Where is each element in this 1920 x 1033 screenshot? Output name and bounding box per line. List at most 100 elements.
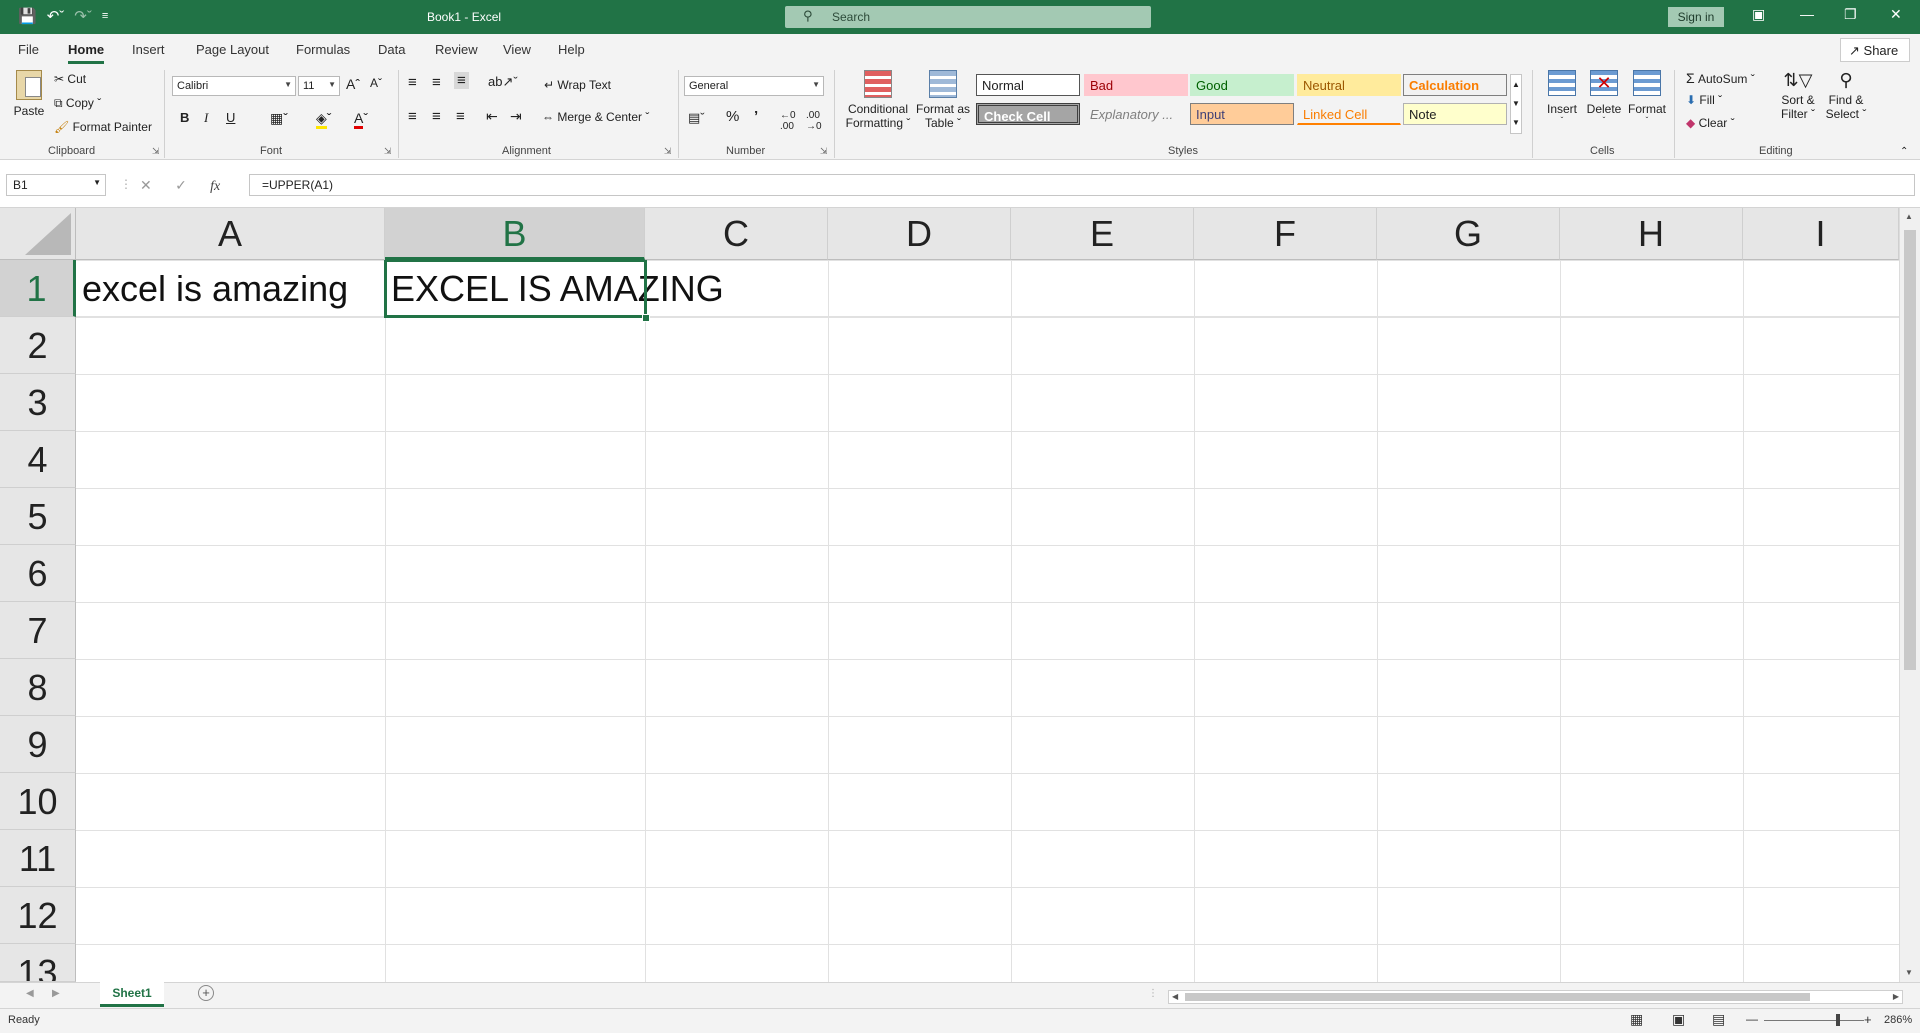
style-note[interactable]: Note — [1403, 103, 1507, 125]
align-middle-icon[interactable]: ≡ — [432, 74, 441, 91]
autosum-button[interactable]: Σ AutoSum ˇ — [1686, 70, 1755, 86]
column-header-b[interactable]: B — [385, 208, 645, 260]
search-box[interactable]: ⚲ Search — [785, 6, 1151, 28]
comma-style-icon[interactable]: ’ — [754, 108, 758, 125]
style-bad[interactable]: Bad — [1084, 74, 1188, 96]
sheet-tab-sheet1[interactable]: Sheet1 — [100, 982, 164, 1007]
prev-sheet-icon[interactable]: ◀ — [26, 988, 34, 999]
alignment-launcher-icon[interactable]: ⇲ — [664, 146, 672, 157]
scroll-up-icon[interactable]: ▲ — [1905, 212, 1913, 221]
font-size-select[interactable]: 11 ▼ — [298, 76, 340, 96]
row-header-9[interactable]: 9 — [0, 716, 76, 773]
style-normal[interactable]: Normal — [976, 74, 1080, 96]
bold-button[interactable]: B — [180, 110, 189, 125]
horizontal-scroll-thumb[interactable] — [1185, 993, 1810, 1001]
style-explanatory[interactable]: Explanatory ... — [1084, 103, 1188, 125]
conditional-formatting-button[interactable]: Conditional Formatting ˇ — [844, 70, 912, 130]
style-neutral[interactable]: Neutral — [1297, 74, 1401, 96]
tab-review[interactable]: Review — [435, 42, 478, 57]
row-header-12[interactable]: 12 — [0, 887, 76, 944]
tab-insert[interactable]: Insert — [132, 42, 165, 57]
underline-button[interactable]: U — [226, 110, 235, 125]
decrease-font-icon[interactable]: Aˇ — [370, 76, 382, 90]
normal-view-icon[interactable]: ▦ — [1630, 1011, 1643, 1028]
number-format-select[interactable]: General ▼ — [684, 76, 824, 96]
cell-a1[interactable]: excel is amazing — [82, 268, 348, 310]
zoom-in-icon[interactable]: + — [1864, 1012, 1872, 1027]
borders-icon[interactable]: ▦ˇ — [270, 110, 288, 127]
close-icon[interactable]: ✕ — [1890, 6, 1902, 23]
row-header-1[interactable]: 1 — [0, 260, 76, 317]
formula-input[interactable]: =UPPER(A1) — [249, 174, 1915, 196]
zoom-slider[interactable] — [1764, 1020, 1864, 1021]
page-layout-view-icon[interactable]: ▣ — [1672, 1011, 1685, 1028]
collapse-ribbon-icon[interactable]: ⌃ — [1900, 146, 1908, 157]
row-header-3[interactable]: 3 — [0, 374, 76, 431]
row-header-5[interactable]: 5 — [0, 488, 76, 545]
style-check-cell[interactable]: Check Cell — [976, 103, 1080, 125]
save-icon[interactable]: 💾 — [18, 7, 37, 25]
increase-indent-icon[interactable]: ⇥ — [510, 108, 522, 125]
cell-area[interactable]: excel is amazing EXCEL IS AMAZING — [76, 260, 1899, 982]
tab-file[interactable]: File — [18, 42, 39, 57]
align-center-icon[interactable]: ≡ — [432, 108, 441, 125]
tab-page-layout[interactable]: Page Layout — [196, 42, 269, 57]
decrease-decimal-icon[interactable]: .00 →0 — [806, 110, 822, 132]
row-header-11[interactable]: 11 — [0, 830, 76, 887]
percent-icon[interactable]: % — [726, 108, 739, 125]
row-header-7[interactable]: 7 — [0, 602, 76, 659]
align-bottom-icon[interactable]: ≡ — [454, 72, 469, 89]
tab-data[interactable]: Data — [378, 42, 405, 57]
merge-center-button[interactable]: ⇔ Merge & Center ˇ — [542, 110, 649, 124]
vertical-scroll-thumb[interactable] — [1904, 230, 1916, 670]
clear-button[interactable]: ◆ Clear ˇ — [1686, 116, 1735, 130]
paste-button[interactable]: Paste — [12, 70, 46, 118]
row-header-4[interactable]: 4 — [0, 431, 76, 488]
font-color-icon[interactable]: Aˇ — [354, 110, 368, 129]
zoom-out-icon[interactable]: — — [1746, 1012, 1758, 1026]
decrease-indent-icon[interactable]: ⇤ — [486, 108, 498, 125]
column-header-f[interactable]: F — [1194, 208, 1377, 260]
scroll-right-icon[interactable]: ▶ — [1893, 992, 1899, 1001]
styles-scroll[interactable]: ▲ ▼ ▼ — [1510, 74, 1522, 134]
style-input[interactable]: Input — [1190, 103, 1294, 125]
column-header-g[interactable]: G — [1377, 208, 1560, 260]
add-sheet-icon[interactable]: + — [198, 985, 214, 1001]
align-top-icon[interactable]: ≡ — [408, 74, 417, 91]
column-header-d[interactable]: D — [828, 208, 1011, 260]
accounting-format-icon[interactable]: ▤ˇ — [688, 110, 705, 126]
ribbon-display-icon[interactable]: ▣ — [1752, 6, 1765, 23]
font-launcher-icon[interactable]: ⇲ — [384, 146, 392, 157]
enter-icon[interactable]: ✓ — [175, 177, 187, 193]
cut-button[interactable]: ✂ Cut — [54, 72, 86, 86]
fill-button[interactable]: ⬇ Fill ˇ — [1686, 93, 1722, 107]
column-header-h[interactable]: H — [1560, 208, 1743, 260]
redo-icon[interactable]: ↷ˇ — [74, 7, 92, 25]
fill-handle[interactable] — [642, 314, 650, 322]
customize-qat-icon[interactable]: ≡ — [102, 10, 108, 22]
name-box[interactable]: B1 ▼ — [6, 174, 106, 196]
row-header-8[interactable]: 8 — [0, 659, 76, 716]
format-as-table-button[interactable]: Format as Table ˇ — [914, 70, 972, 130]
share-button[interactable]: ↗ Share — [1840, 38, 1910, 62]
zoom-level[interactable]: 286% — [1884, 1014, 1912, 1026]
tab-formulas[interactable]: Formulas — [296, 42, 350, 57]
sort-filter-button[interactable]: ⇅▽ Sort & Filter ˇ — [1778, 70, 1818, 121]
style-calculation[interactable]: Calculation — [1403, 74, 1507, 96]
minimize-icon[interactable]: — — [1800, 6, 1814, 22]
row-header-10[interactable]: 10 — [0, 773, 76, 830]
vertical-scrollbar[interactable]: ▲ ▼ — [1899, 208, 1920, 982]
row-header-6[interactable]: 6 — [0, 545, 76, 602]
tab-view[interactable]: View — [503, 42, 531, 57]
insert-cells-button[interactable]: Insert ˇ — [1544, 70, 1580, 125]
column-header-c[interactable]: C — [645, 208, 828, 260]
style-good[interactable]: Good — [1190, 74, 1294, 96]
copy-button[interactable]: ⧉ Copy ˇ — [54, 96, 101, 111]
page-break-view-icon[interactable]: ▤ — [1712, 1011, 1725, 1028]
delete-cells-button[interactable]: ✕ Delete ˇ — [1586, 70, 1622, 125]
zoom-slider-thumb[interactable] — [1836, 1014, 1840, 1026]
clipboard-launcher-icon[interactable]: ⇲ — [152, 146, 160, 157]
sign-in-button[interactable]: Sign in — [1668, 7, 1724, 27]
cancel-icon[interactable]: ✕ — [140, 177, 152, 193]
insert-function-icon[interactable]: fx — [210, 179, 220, 194]
